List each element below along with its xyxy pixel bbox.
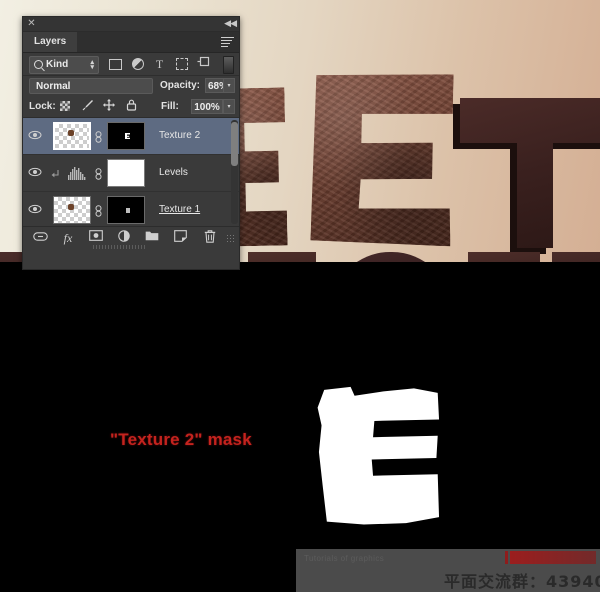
layers-scrollbar-thumb[interactable] (231, 122, 238, 166)
layer-row-texture-2[interactable]: Texture 2 (23, 118, 239, 155)
layer-row-levels[interactable]: Levels (23, 155, 239, 192)
blend-mode-select[interactable]: Normal (29, 78, 153, 94)
fill-label: Fill: (161, 101, 179, 112)
lock-label: Lock: (29, 101, 56, 112)
layer-thumbnail[interactable] (53, 122, 91, 150)
mask-shape-e (317, 386, 440, 525)
delete-layer-button[interactable] (199, 230, 221, 247)
artwork-letter-e-center (310, 72, 453, 247)
layer-style-button[interactable]: fx (57, 230, 79, 247)
opacity-label: Opacity: (160, 80, 201, 91)
clipping-mask-arrow-icon (51, 169, 59, 178)
layer-name-label[interactable]: Levels (159, 167, 188, 178)
layers-bottom-toolbar: fx (23, 226, 239, 249)
shape-icon[interactable] (173, 56, 190, 72)
close-icon[interactable]: ✕ (27, 19, 36, 29)
panel-menu-icon[interactable] (221, 37, 234, 47)
blend-mode-row: Normal ▴▾ Opacity: 68% ▾ (23, 76, 239, 96)
layers-scrollbar[interactable] (231, 120, 238, 224)
collapse-panel-icon[interactable]: ◀◀ (224, 18, 237, 29)
layer-thumbnail[interactable] (53, 196, 91, 224)
layer-name-label[interactable]: Texture 2 (159, 130, 200, 141)
new-layer-button[interactable] (169, 230, 191, 247)
lock-icon[interactable] (123, 99, 139, 114)
layer-mask-thumbnail[interactable] (107, 159, 145, 187)
panel-resize-grip[interactable] (226, 234, 235, 242)
image-icon[interactable] (107, 56, 124, 72)
brush-icon[interactable] (79, 99, 95, 114)
watermark-faint-text: Tutorials of graphics (304, 554, 385, 563)
filter-enable-toggle[interactable] (223, 56, 234, 74)
fill-stepper[interactable]: ▾ (223, 99, 235, 114)
lock-row: Lock: Fill: 100% ▾ (23, 96, 239, 118)
fill-input[interactable]: 100% (191, 99, 223, 114)
filter-kind-label: Kind (46, 59, 69, 70)
filter-kind-select[interactable]: Kind ▴ ▾ (29, 56, 99, 74)
watermark-main-text: 平面交流群：43940608 (444, 572, 600, 591)
watermark-logo-bar (505, 551, 508, 564)
panel-titlebar: ✕ ◀◀ (23, 17, 239, 32)
layer-mask-thumbnail[interactable] (107, 196, 145, 224)
eye-icon[interactable] (28, 130, 42, 142)
eye-icon[interactable] (28, 167, 42, 179)
artwork-letter-t (460, 98, 600, 248)
watermark-logo (510, 551, 596, 564)
layers-panel: ✕ ◀◀ Layers Kind ▴ ▾ T Normal Opacity: 6… (22, 16, 240, 270)
panel-tabrow: Layers (23, 32, 239, 53)
screenshot-stage: "Texture 2" mask Tutorials of graphics 平… (0, 0, 600, 592)
layer-filter-row: Kind ▴ ▾ T (23, 53, 239, 76)
layers-list: Texture 2 Levels Texture 1 (23, 118, 239, 226)
opacity-stepper[interactable]: ▾ (223, 78, 235, 93)
link-icon[interactable] (95, 131, 102, 143)
chevron-updown-icon: ▴ ▾ (90, 59, 94, 71)
search-icon (34, 60, 43, 69)
smart-object-icon[interactable] (195, 56, 212, 72)
link-layers-button[interactable] (29, 230, 51, 247)
mask-annotation-label: "Texture 2" mask (110, 430, 252, 449)
type-T-icon[interactable]: T (151, 56, 168, 72)
checkerboard-icon[interactable] (57, 99, 73, 114)
link-icon[interactable] (95, 168, 102, 180)
layer-mask-thumbnail[interactable] (107, 122, 145, 150)
levels-histogram-icon[interactable] (67, 166, 87, 180)
tab-layers[interactable]: Layers (23, 32, 78, 52)
move-arrows-icon[interactable] (101, 99, 117, 114)
layer-name-label[interactable]: Texture 1 (159, 204, 200, 215)
eye-icon[interactable] (28, 204, 42, 216)
panel-bottom-grip[interactable] (93, 245, 145, 249)
adjustment-circle-icon[interactable] (129, 56, 146, 72)
layer-row-texture-1[interactable]: Texture 1 (23, 192, 239, 226)
link-icon[interactable] (95, 205, 102, 217)
watermark-bar: Tutorials of graphics 平面交流群：43940608 (296, 549, 600, 592)
